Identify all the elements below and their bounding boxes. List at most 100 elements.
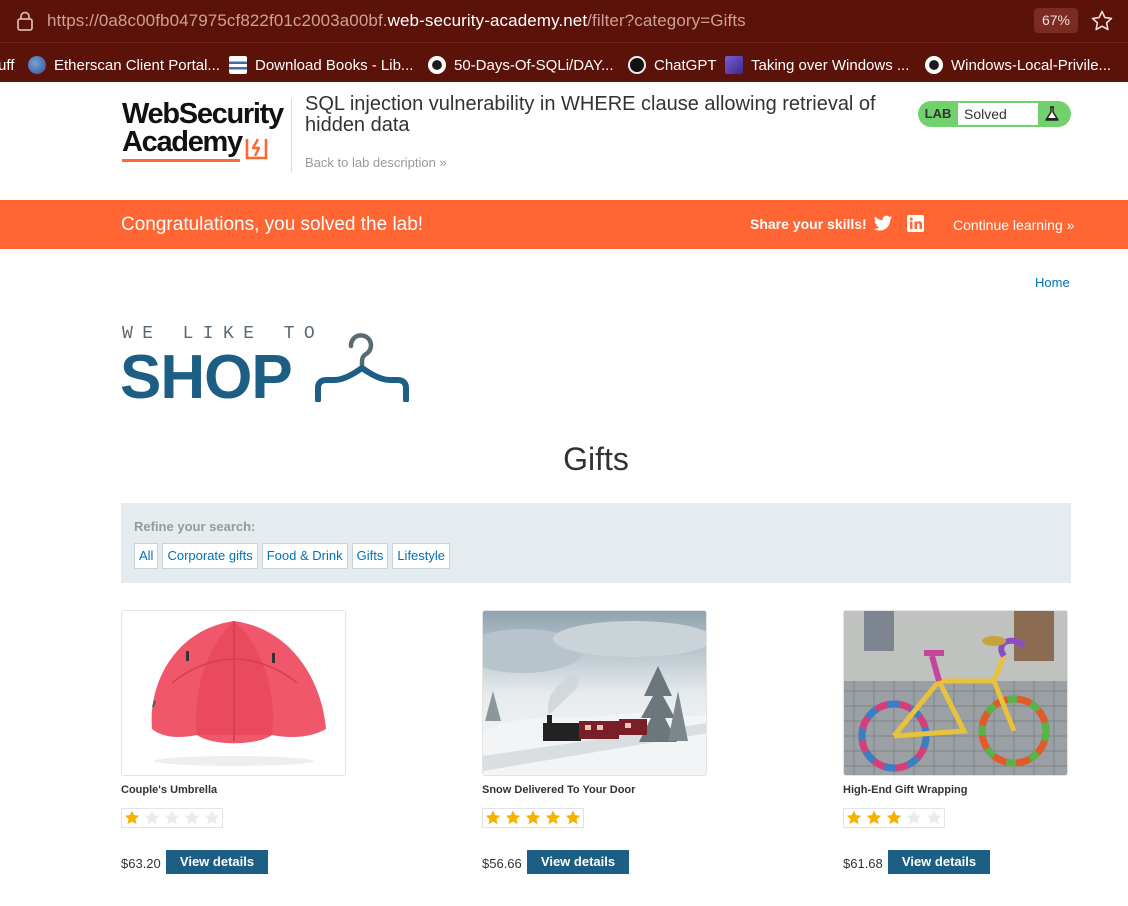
bookmark-item[interactable]: Download Books - Lib... bbox=[229, 55, 413, 75]
chatgpt-icon bbox=[628, 56, 646, 74]
shop-tagline: WE LIKE TO bbox=[122, 324, 325, 344]
continue-learning-label: Continue learning bbox=[953, 217, 1063, 233]
bookmarks-bar: uff Etherscan Client Portal... Download … bbox=[0, 42, 1128, 82]
bookmark-item[interactable]: 50-Days-Of-SQLi/DAY... bbox=[428, 55, 614, 75]
product-name: Snow Delivered To Your Door bbox=[482, 784, 636, 796]
bookmark-star-icon[interactable] bbox=[1090, 9, 1114, 33]
linkedin-icon[interactable] bbox=[907, 215, 924, 232]
etherscan-icon bbox=[28, 56, 46, 74]
url-suffix: /filter?category=Gifts bbox=[587, 11, 746, 30]
browser-address-bar: https://0a8c00fb047975cf822f01c2003a00bf… bbox=[0, 0, 1128, 42]
lab-status-label: LAB bbox=[924, 106, 952, 121]
congratulations-message: Congratulations, you solved the lab! bbox=[121, 214, 424, 235]
product-rating bbox=[843, 808, 945, 828]
logo-mark-icon bbox=[245, 138, 268, 160]
product-price: $61.68 bbox=[843, 856, 883, 871]
product-name: High-End Gift Wrapping bbox=[843, 784, 968, 796]
solved-banner: Congratulations, you solved the lab! Sha… bbox=[0, 200, 1128, 249]
back-link-label: Back to lab description bbox=[305, 155, 436, 170]
lab-status-value: Solved bbox=[958, 103, 1038, 125]
product-image-umbrella bbox=[121, 610, 346, 776]
ri-icon bbox=[725, 56, 743, 74]
lab-title: SQL injection vulnerability in WHERE cla… bbox=[305, 93, 876, 136]
bookmark-label: Download Books - Lib... bbox=[255, 56, 414, 74]
lock-icon[interactable] bbox=[14, 10, 36, 32]
logo-underline bbox=[122, 159, 240, 162]
star-empty-icon bbox=[202, 809, 222, 827]
header-divider bbox=[291, 98, 292, 172]
bookmark-item[interactable]: uff bbox=[0, 55, 14, 75]
url-field[interactable]: https://0a8c00fb047975cf822f01c2003a00bf… bbox=[47, 11, 746, 31]
category-filter-lifestyle[interactable]: Lifestyle bbox=[392, 543, 451, 569]
product-rating bbox=[482, 808, 584, 828]
product-rating bbox=[121, 808, 223, 828]
star-empty-icon bbox=[904, 809, 924, 827]
category-filter-food-drink[interactable]: Food & Drink bbox=[261, 543, 348, 569]
category-filter-all[interactable]: All bbox=[134, 543, 159, 569]
flask-icon bbox=[1045, 106, 1059, 121]
refine-search-label: Refine your search: bbox=[134, 519, 256, 534]
bookmark-item[interactable]: Windows-Local-Privile... bbox=[925, 55, 1111, 75]
lab-header: WebSecurity Academy SQL injection vulner… bbox=[0, 82, 1128, 200]
library-icon bbox=[229, 56, 247, 74]
logo-line-2: Academy bbox=[122, 126, 243, 158]
star-filled-icon bbox=[122, 809, 142, 827]
star-filled-icon bbox=[543, 809, 563, 827]
knitted-bicycle-image bbox=[844, 611, 1067, 775]
star-filled-icon bbox=[523, 809, 543, 827]
bookmark-item[interactable]: ChatGPT bbox=[628, 55, 717, 75]
view-details-button[interactable]: View details bbox=[527, 850, 629, 874]
snow-train-image bbox=[483, 611, 706, 775]
bookmark-label: uff bbox=[0, 56, 15, 74]
category-filters: All Corporate gifts Food & Drink Gifts L… bbox=[134, 543, 451, 569]
hanger-icon bbox=[315, 333, 409, 402]
url-host: web-security-academy.net bbox=[387, 11, 588, 30]
view-details-button[interactable]: View details bbox=[888, 850, 990, 874]
bookmark-label: Taking over Windows ... bbox=[751, 56, 910, 74]
star-empty-icon bbox=[924, 809, 944, 827]
star-filled-icon bbox=[844, 809, 864, 827]
share-skills-label: Share your skills! bbox=[750, 216, 867, 232]
star-filled-icon bbox=[864, 809, 884, 827]
web-security-academy-logo[interactable]: WebSecurity Academy bbox=[122, 98, 292, 164]
home-link[interactable]: Home bbox=[1035, 275, 1070, 290]
star-filled-icon bbox=[563, 809, 583, 827]
bookmark-label: 50-Days-Of-SQLi/DAY... bbox=[454, 56, 614, 74]
github-icon bbox=[428, 56, 446, 74]
bookmark-item[interactable]: Taking over Windows ... bbox=[725, 55, 909, 75]
product-image-snow-train bbox=[482, 610, 707, 776]
category-filter-gifts[interactable]: Gifts bbox=[351, 543, 389, 569]
star-empty-icon bbox=[182, 809, 202, 827]
bookmark-label: ChatGPT bbox=[654, 56, 717, 74]
product-card: Snow Delivered To Your Door $56.66 View … bbox=[482, 610, 712, 880]
page-heading: Gifts bbox=[563, 441, 629, 477]
star-filled-icon bbox=[503, 809, 523, 827]
view-details-button[interactable]: View details bbox=[166, 850, 268, 874]
product-card: High-End Gift Wrapping $61.68 View detai… bbox=[843, 610, 1073, 880]
product-price: $63.20 bbox=[121, 856, 161, 871]
product-price: $56.66 bbox=[482, 856, 522, 871]
bookmark-label: Etherscan Client Portal... bbox=[54, 56, 220, 74]
product-name: Couple's Umbrella bbox=[121, 784, 218, 796]
twitter-icon[interactable] bbox=[873, 215, 893, 233]
umbrella-image bbox=[122, 611, 345, 775]
product-card: Couple's Umbrella $63.20 View details bbox=[121, 610, 351, 880]
star-empty-icon bbox=[142, 809, 162, 827]
bookmark-item[interactable]: Etherscan Client Portal... bbox=[28, 55, 220, 75]
double-chevron-right-icon: » bbox=[439, 155, 447, 170]
url-prefix: https://0a8c00fb047975cf822f01c2003a00bf… bbox=[47, 11, 388, 30]
star-empty-icon bbox=[162, 809, 182, 827]
category-filter-corporate-gifts[interactable]: Corporate gifts bbox=[162, 543, 258, 569]
product-image-bicycle bbox=[843, 610, 1068, 776]
zoom-indicator[interactable]: 67% bbox=[1034, 8, 1078, 33]
shop-word: SHOP bbox=[120, 343, 293, 412]
we-like-to-shop-logo: WE LIKE TO SHOP bbox=[120, 322, 420, 412]
back-to-lab-description-link[interactable]: Back to lab description » bbox=[305, 155, 447, 170]
github-icon bbox=[925, 56, 943, 74]
continue-learning-link[interactable]: Continue learning » bbox=[953, 217, 1074, 233]
lab-status-widget: LAB Solved bbox=[918, 101, 1071, 127]
star-filled-icon bbox=[483, 809, 503, 827]
bookmark-label: Windows-Local-Privile... bbox=[951, 56, 1112, 74]
double-chevron-right-icon: » bbox=[1066, 217, 1075, 233]
star-filled-icon bbox=[884, 809, 904, 827]
